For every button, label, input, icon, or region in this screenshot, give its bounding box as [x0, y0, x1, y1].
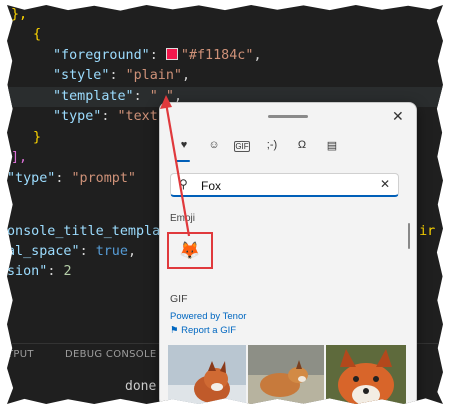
code-line: {	[33, 27, 42, 42]
code-line: },	[11, 7, 28, 22]
powered-by-tenor-link[interactable]: Powered by Tenor	[170, 311, 246, 322]
search-value: Fox	[201, 179, 222, 193]
gif-thumbnail-3[interactable]	[326, 345, 406, 404]
scrollbar[interactable]	[408, 223, 410, 249]
clear-search-icon[interactable]: ✕	[380, 177, 390, 191]
active-tab-indicator	[176, 160, 190, 162]
code-line-type: "type": "text	[53, 109, 158, 124]
tab-output[interactable]: TPUT	[7, 349, 34, 360]
emoji-icon[interactable]: ☺	[204, 139, 224, 151]
section-title-emoji: Emoji	[170, 213, 196, 224]
fox-emoji: 🦊	[179, 241, 201, 260]
code-line-style: "style": "plain",	[53, 68, 191, 83]
code-line-version: sion": 2	[7, 264, 72, 279]
recent-icon[interactable]: ♥	[174, 139, 194, 151]
clipboard-icon[interactable]: ▤	[322, 139, 342, 152]
search-input[interactable]: ⚲ Fox ✕	[170, 173, 399, 197]
close-icon[interactable]: ✕	[392, 108, 404, 125]
report-gif-label: Report a GIF	[181, 325, 237, 336]
symbols-icon[interactable]: Ω	[292, 139, 312, 151]
report-gif-link[interactable]: ⚑ Report a GIF	[170, 325, 236, 336]
tab-debug-console[interactable]: DEBUG CONSOLE	[65, 349, 156, 360]
drag-handle[interactable]	[268, 115, 308, 118]
emoji-picker-panel: ✕ ♥ ☺ GIF ;-) Ω ▤ ⚲ Fox ✕ Emoji 🦊 GIF Po…	[159, 102, 417, 404]
search-icon: ⚲	[179, 177, 188, 191]
code-line-foreground: "foreground": "#f1184c",	[53, 48, 262, 63]
code-line-console-title: onsole_title_templa	[7, 224, 161, 239]
code-line-final-space: al_space": true,	[7, 244, 136, 259]
gif-thumbnail-2[interactable]	[248, 345, 324, 404]
section-title-gif: GIF	[170, 293, 188, 305]
code-line: }	[33, 130, 42, 145]
screenshot-frame: }, { "foreground": "#f1184c", "style": "…	[7, 5, 443, 404]
code-line-type-prompt: "type": "prompt"	[7, 171, 136, 186]
emoji-result-fox[interactable]: 🦊	[167, 232, 213, 269]
code-line: ],	[11, 150, 28, 165]
gif-thumbnail-1[interactable]	[168, 345, 246, 404]
color-swatch[interactable]	[165, 48, 178, 60]
kaomoji-icon[interactable]: ;-)	[262, 139, 282, 151]
gif-icon[interactable]: GIF	[234, 141, 250, 152]
